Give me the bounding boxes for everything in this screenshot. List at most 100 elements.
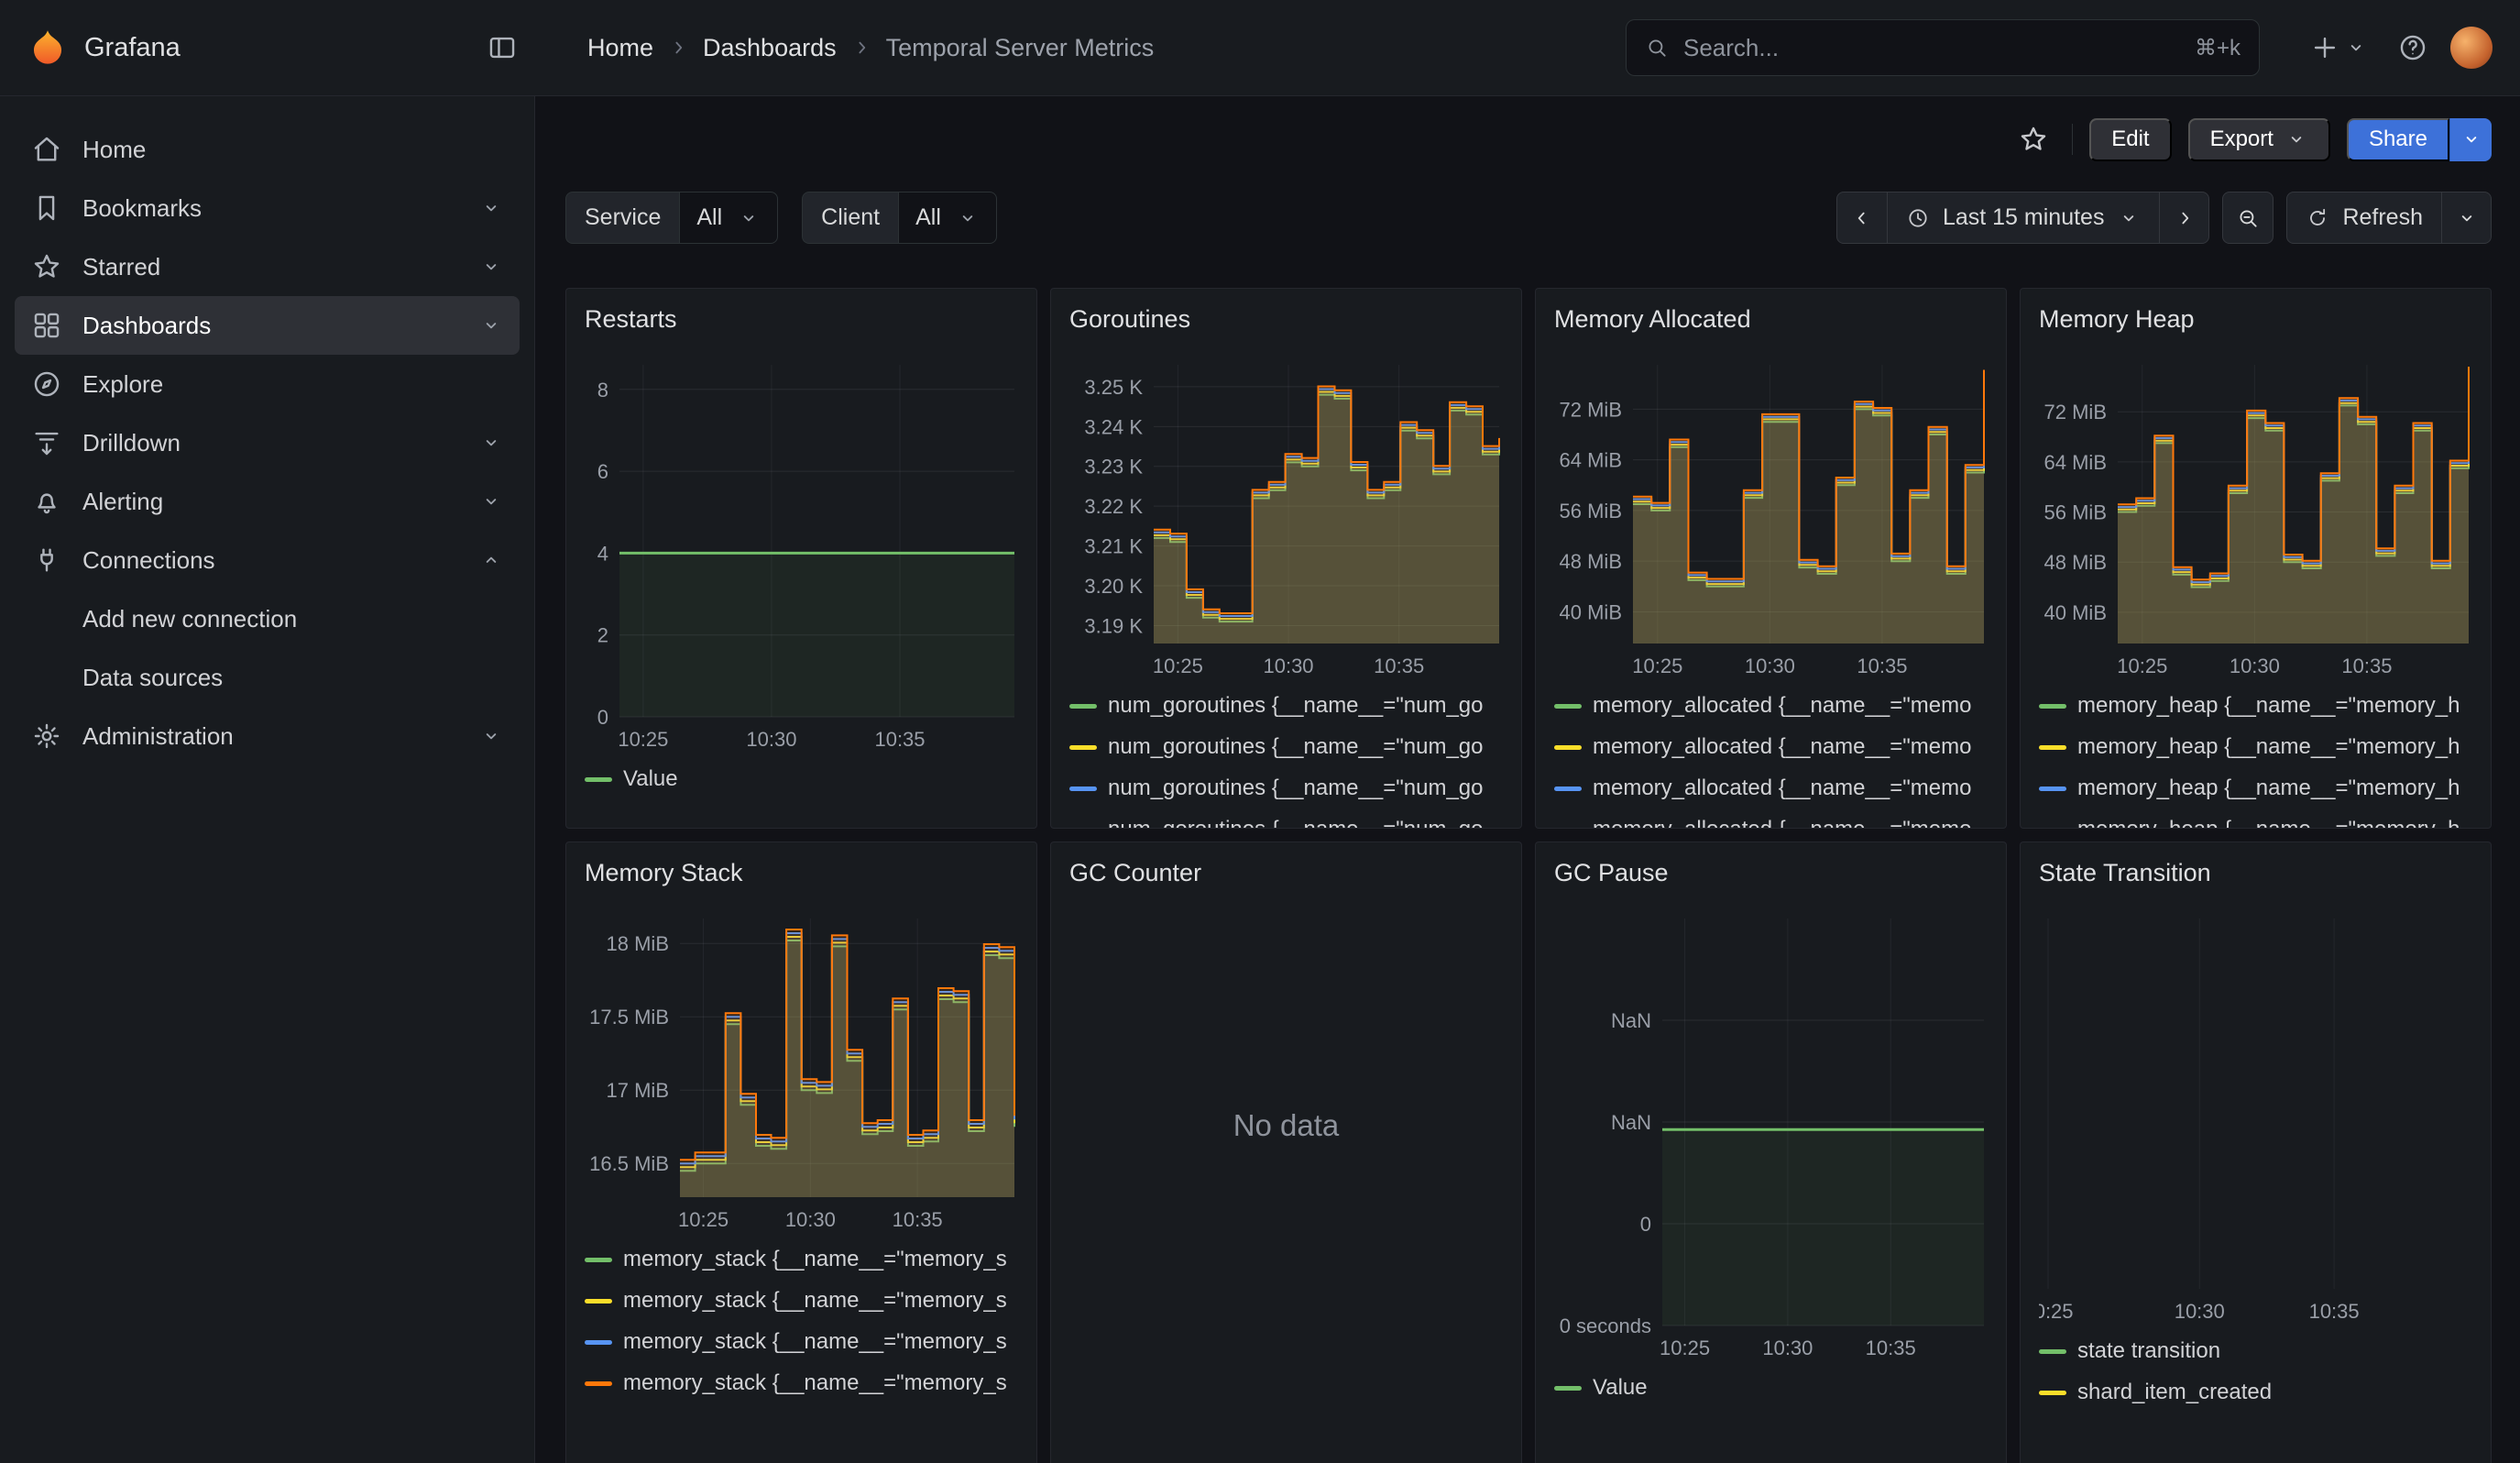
- breadcrumb-home[interactable]: Home: [587, 34, 653, 62]
- sidebar-item-data-sources[interactable]: Data sources: [15, 648, 520, 707]
- chevron-down-icon[interactable]: [479, 490, 503, 513]
- sidebar-item-connections[interactable]: Connections: [15, 531, 520, 589]
- legend-item[interactable]: memory_allocated {__name__="memo: [1554, 734, 1988, 760]
- zoom-out-button[interactable]: [2223, 192, 2273, 243]
- sidebar-item-bookmarks[interactable]: Bookmarks: [15, 179, 520, 237]
- chevron-down-icon[interactable]: [479, 196, 503, 220]
- svg-text:10:35: 10:35: [1857, 654, 1907, 677]
- refresh-interval-button[interactable]: [2441, 192, 2491, 243]
- refresh-button[interactable]: Refresh: [2287, 192, 2441, 243]
- sidebar-item-label: Starred: [82, 253, 160, 281]
- time-range-picker[interactable]: Last 15 minutes: [1887, 192, 2160, 243]
- sidebar-item-add-new-connection[interactable]: Add new connection: [15, 589, 520, 648]
- panel-title[interactable]: GC Counter: [1069, 859, 1503, 887]
- sidebar-item-label: Explore: [82, 370, 163, 399]
- brand[interactable]: Grafana: [27, 28, 181, 68]
- chevron-down-icon[interactable]: [479, 431, 503, 455]
- legend-item[interactable]: Value: [585, 766, 1018, 792]
- plus-icon: [2309, 32, 2340, 63]
- legend-item[interactable]: memory_stack {__name__="memory_s: [585, 1288, 1018, 1314]
- add-menu-button[interactable]: [2302, 25, 2375, 71]
- legend-item[interactable]: memory_heap {__name__="memory_h: [2039, 734, 2472, 760]
- panel-title[interactable]: Memory Heap: [2039, 305, 2472, 334]
- panel-title[interactable]: Goroutines: [1069, 305, 1503, 334]
- chevron-down-icon[interactable]: [479, 255, 503, 279]
- legend-item[interactable]: memory_heap {__name__="memory_h: [2039, 776, 2472, 801]
- time-shift-forward-button[interactable]: [2159, 192, 2208, 243]
- memory-allocated-chart[interactable]: 40 MiB48 MiB56 MiB64 MiB72 MiB10:2510:30…: [1554, 354, 1989, 684]
- legend-item[interactable]: memory_allocated {__name__="memo: [1554, 776, 1988, 801]
- legend-item[interactable]: memory_heap {__name__="memory_h: [2039, 817, 2472, 829]
- favorite-button[interactable]: [2011, 117, 2055, 161]
- variable-service: Service All: [565, 192, 778, 244]
- sidebar-toggle-icon: [487, 32, 518, 63]
- restarts-chart[interactable]: 0246810:2510:3010:35: [585, 354, 1020, 757]
- legend-item[interactable]: num_goroutines {__name__="num_go: [1069, 776, 1503, 801]
- legend-item[interactable]: shard_item_created: [2039, 1380, 2472, 1405]
- search-bar[interactable]: ⌘+k: [1626, 19, 2260, 76]
- share-button[interactable]: Share: [2347, 118, 2449, 161]
- legend-item[interactable]: state transition: [2039, 1338, 2472, 1364]
- goroutines-chart[interactable]: 3.19 K3.20 K3.21 K3.22 K3.23 K3.24 K3.25…: [1069, 354, 1505, 684]
- sidebar-item-dashboards[interactable]: Dashboards: [15, 296, 520, 355]
- variable-client: Client All: [802, 192, 997, 244]
- memory-stack-chart[interactable]: 16.5 MiB17 MiB17.5 MiB18 MiB10:2510:3010…: [585, 908, 1020, 1238]
- edit-button[interactable]: Edit: [2089, 118, 2171, 161]
- state-transition-chart[interactable]: 10:2510:3010:35: [2039, 908, 2474, 1329]
- sidebar-nav: Home Bookmarks Starred Dashboards: [0, 96, 535, 1463]
- legend-item[interactable]: Value: [1554, 1375, 1988, 1401]
- star-icon: [31, 251, 62, 282]
- sidebar-item-explore[interactable]: Explore: [15, 355, 520, 413]
- panel-title[interactable]: State Transition: [2039, 859, 2472, 887]
- legend-item[interactable]: memory_heap {__name__="memory_h: [2039, 693, 2472, 719]
- svg-text:10:25: 10:25: [618, 728, 668, 751]
- time-shift-back-button[interactable]: [1837, 192, 1887, 243]
- legend-label: memory_heap {__name__="memory_h: [2077, 734, 2460, 760]
- help-button[interactable]: [2388, 23, 2438, 72]
- sidebar-item-alerting[interactable]: Alerting: [15, 472, 520, 531]
- legend-item[interactable]: memory_stack {__name__="memory_s: [585, 1329, 1018, 1355]
- sidebar-toggle-button[interactable]: [477, 23, 527, 72]
- sidebar-item-label: Dashboards: [82, 312, 211, 340]
- user-avatar[interactable]: [2450, 27, 2493, 69]
- sidebar-item-drilldown[interactable]: Drilldown: [15, 413, 520, 472]
- sidebar-item-starred[interactable]: Starred: [15, 237, 520, 296]
- svg-text:NaN: NaN: [1611, 1009, 1651, 1032]
- legend-item[interactable]: memory_allocated {__name__="memo: [1554, 817, 1988, 829]
- search-input[interactable]: [1683, 34, 2180, 62]
- chevron-down-icon[interactable]: [479, 314, 503, 337]
- sidebar-item-label: Connections: [82, 546, 215, 575]
- share-menu-button[interactable]: [2449, 118, 2492, 161]
- legend-item[interactable]: num_goroutines {__name__="num_go: [1069, 693, 1503, 719]
- panel-title[interactable]: Memory Allocated: [1554, 305, 1988, 334]
- chevron-down-icon: [2117, 206, 2141, 230]
- legend-item[interactable]: memory_stack {__name__="memory_s: [585, 1247, 1018, 1272]
- memory-heap-chart[interactable]: 40 MiB48 MiB56 MiB64 MiB72 MiB10:2510:30…: [2039, 354, 2474, 684]
- legend-item[interactable]: memory_stack {__name__="memory_s: [585, 1370, 1018, 1396]
- svg-text:17.5 MiB: 17.5 MiB: [589, 1006, 669, 1028]
- gc-pause-chart[interactable]: 0 seconds0NaNNaN10:2510:3010:35: [1554, 908, 1989, 1366]
- legend-color-dash: [585, 1340, 612, 1345]
- chevron-up-icon[interactable]: [479, 548, 503, 572]
- variable-label: Service: [565, 192, 679, 244]
- sidebar-item-home[interactable]: Home: [15, 120, 520, 179]
- variable-client-select[interactable]: All: [898, 192, 997, 244]
- chevron-down-icon[interactable]: [479, 724, 503, 748]
- refresh-button-label: Refresh: [2342, 204, 2423, 231]
- panel-title[interactable]: GC Pause: [1554, 859, 1988, 887]
- panel-grid: Restarts 0246810:2510:3010:35 Value Goro…: [565, 288, 2492, 1463]
- panel-title[interactable]: Memory Stack: [585, 859, 1018, 887]
- breadcrumb-dashboards[interactable]: Dashboards: [703, 34, 837, 62]
- svg-text:3.19 K: 3.19 K: [1084, 614, 1143, 637]
- panel-title[interactable]: Restarts: [585, 305, 1018, 334]
- search-icon: [1645, 36, 1669, 60]
- variable-service-select[interactable]: All: [679, 192, 778, 244]
- svg-text:10:30: 10:30: [2175, 1300, 2225, 1323]
- chevron-down-icon: [2455, 206, 2479, 230]
- sidebar-item-administration[interactable]: Administration: [15, 707, 520, 765]
- legend: Value: [585, 766, 1018, 792]
- legend-item[interactable]: num_goroutines {__name__="num_go: [1069, 734, 1503, 760]
- legend-item[interactable]: num_goroutines {__name__="num_go: [1069, 817, 1503, 829]
- legend-item[interactable]: memory_allocated {__name__="memo: [1554, 693, 1988, 719]
- export-button[interactable]: Export: [2188, 118, 2330, 161]
